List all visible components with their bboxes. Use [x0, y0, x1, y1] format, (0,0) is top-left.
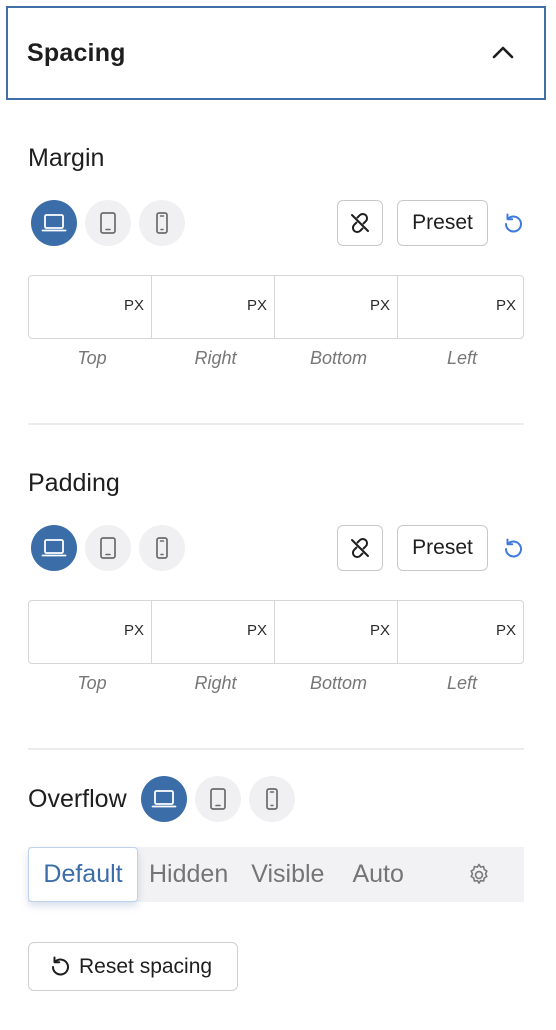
reset-spacing-label: Reset spacing	[79, 954, 213, 978]
padding-top-label: Top	[77, 673, 107, 693]
unlink-icon	[351, 212, 369, 234]
margin-device-switcher	[31, 200, 185, 246]
margin-bottom-label: Bottom	[309, 348, 368, 368]
mobile-icon	[265, 788, 278, 810]
padding-tablet-button[interactable]	[85, 525, 131, 571]
padding-left-label: Left	[446, 673, 478, 693]
padding-desktop-button[interactable]	[31, 525, 77, 571]
margin-section: Margin	[28, 144, 524, 173]
padding-preset-button[interactable]: Preset	[397, 525, 488, 571]
margin-preset-button[interactable]: Preset	[397, 200, 488, 246]
mobile-icon	[156, 537, 168, 559]
overflow-desktop-button[interactable]	[140, 776, 187, 822]
overflow-option-auto[interactable]: Auto	[352, 847, 403, 902]
desktop-icon	[41, 214, 67, 232]
unit-label: PX	[369, 297, 390, 314]
margin-desktop-button[interactable]	[31, 200, 77, 246]
unit-label: PX	[123, 622, 144, 639]
padding-labels: Top Right Bottom Left	[28, 673, 524, 697]
desktop-icon	[151, 790, 177, 808]
overflow-mobile-button[interactable]	[248, 776, 295, 822]
spacing-panel-header[interactable]: Spacing	[6, 6, 546, 100]
unit-label: PX	[246, 297, 267, 314]
padding-left-input[interactable]: PX	[397, 600, 524, 664]
chevron-up-icon[interactable]	[490, 40, 516, 66]
section-divider	[28, 748, 524, 750]
margin-right-input[interactable]: PX	[151, 275, 275, 339]
margin-mobile-button[interactable]	[139, 200, 185, 246]
overflow-option-visible[interactable]: Visible	[251, 847, 324, 902]
panel-title: Spacing	[27, 38, 126, 67]
unlink-icon	[351, 537, 369, 559]
unit-label: PX	[495, 622, 516, 639]
padding-link-toggle[interactable]	[337, 525, 383, 571]
tablet-icon	[209, 788, 226, 810]
mobile-icon	[156, 212, 168, 234]
padding-bottom-input[interactable]: PX	[274, 600, 398, 664]
margin-link-toggle[interactable]	[337, 200, 383, 246]
padding-section: Padding	[28, 469, 524, 498]
undo-icon[interactable]	[500, 536, 526, 562]
margin-title: Margin	[28, 144, 105, 172]
tablet-icon	[100, 537, 116, 559]
margin-right-label: Right	[194, 348, 237, 368]
tablet-icon	[100, 212, 116, 234]
margin-left-label: Left	[446, 348, 478, 368]
margin-labels: Top Right Bottom Left	[28, 348, 524, 372]
overflow-tablet-button[interactable]	[194, 776, 241, 822]
overflow-device-switcher	[140, 776, 295, 822]
margin-left-input[interactable]: PX	[397, 275, 524, 339]
padding-right-label: Right	[194, 673, 237, 693]
margin-tablet-button[interactable]	[85, 200, 131, 246]
padding-top-input[interactable]: PX	[28, 600, 152, 664]
gear-icon[interactable]	[466, 862, 492, 888]
overflow-option-default[interactable]: Default	[28, 847, 138, 902]
unit-label: PX	[123, 297, 144, 314]
overflow-segmented-control: Default Hidden Visible Auto	[28, 847, 524, 902]
padding-inputs: PX PX PX PX	[28, 600, 524, 664]
undo-icon[interactable]	[500, 211, 526, 237]
margin-inputs: PX PX PX PX	[28, 275, 524, 339]
padding-right-input[interactable]: PX	[151, 600, 275, 664]
section-divider	[28, 423, 524, 425]
reset-spacing-button[interactable]: Reset spacing	[28, 942, 238, 991]
padding-device-switcher	[31, 525, 185, 571]
desktop-icon	[41, 539, 67, 557]
padding-title: Padding	[28, 469, 120, 497]
padding-mobile-button[interactable]	[139, 525, 185, 571]
overflow-option-hidden[interactable]: Hidden	[149, 847, 228, 902]
undo-icon	[52, 956, 69, 975]
overflow-title: Overflow	[28, 784, 127, 813]
margin-top-input[interactable]: PX	[28, 275, 152, 339]
padding-bottom-label: Bottom	[309, 673, 368, 693]
margin-bottom-input[interactable]: PX	[274, 275, 398, 339]
unit-label: PX	[495, 297, 516, 314]
unit-label: PX	[369, 622, 390, 639]
margin-top-label: Top	[77, 348, 107, 368]
padding-toolbar: Preset	[28, 525, 524, 571]
unit-label: PX	[246, 622, 267, 639]
overflow-row: Overflow	[28, 775, 524, 823]
margin-toolbar: Preset	[28, 200, 524, 246]
